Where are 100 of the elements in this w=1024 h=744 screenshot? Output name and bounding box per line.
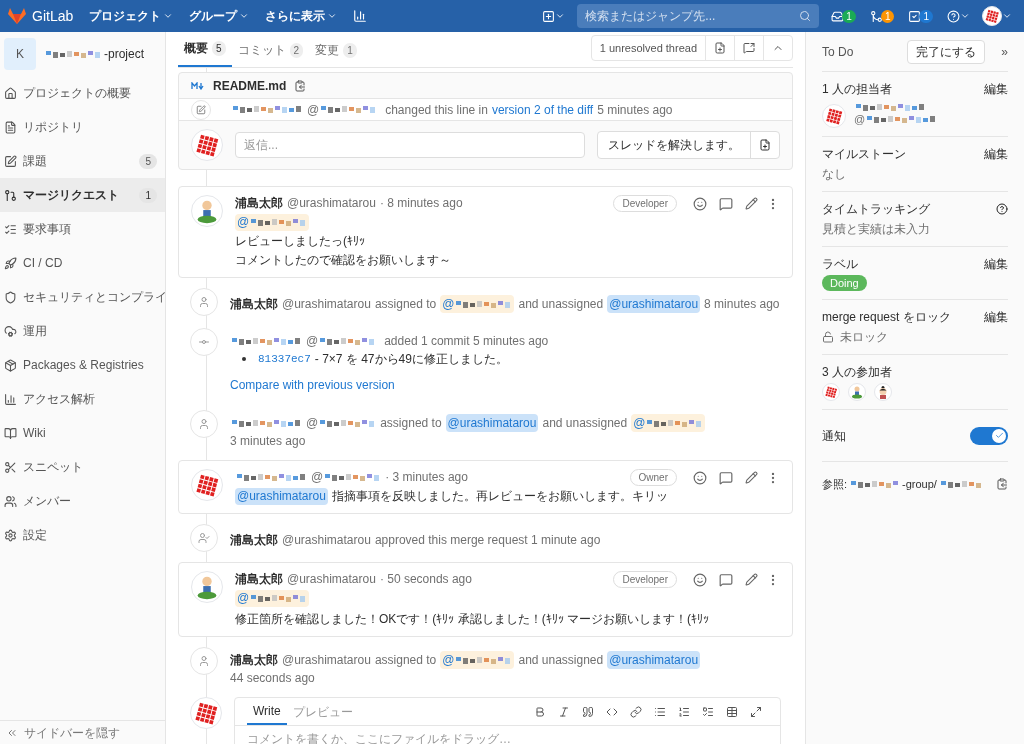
search-icon xyxy=(799,10,812,22)
edit-link[interactable]: 編集 xyxy=(984,80,1008,98)
sidebar-item[interactable]: 設定 xyxy=(0,518,165,552)
reply-icon[interactable] xyxy=(719,196,733,211)
edit-link[interactable]: 編集 xyxy=(984,308,1008,326)
sidebar-item[interactable]: セキュリティとコンプライ xyxy=(0,280,165,314)
author-handle[interactable]: @urashimatarou xyxy=(287,571,376,588)
edit-icon[interactable] xyxy=(745,573,758,586)
user-mention[interactable]: @ xyxy=(235,590,310,607)
user-mention[interactable]: @ xyxy=(440,295,515,313)
reply-icon[interactable] xyxy=(719,572,733,587)
author-name[interactable]: 浦島太郎 xyxy=(230,531,278,549)
user-mention[interactable]: @ xyxy=(631,414,706,432)
table-icon[interactable] xyxy=(726,705,738,718)
reply-icon[interactable] xyxy=(719,470,733,485)
logo-text[interactable]: GitLab xyxy=(32,5,74,27)
help-button[interactable] xyxy=(947,9,970,23)
copy-icon[interactable] xyxy=(996,478,1008,490)
file-name[interactable]: README.md xyxy=(213,76,287,95)
user-mention[interactable]: @urashimatarou xyxy=(607,651,701,669)
user-mention[interactable]: @ xyxy=(440,651,515,669)
italic-icon[interactable] xyxy=(558,705,570,718)
note-text: approved this merge request 1 minute ago xyxy=(374,532,601,549)
tab[interactable]: 変更 1 xyxy=(309,41,363,67)
edit-icon[interactable] xyxy=(745,471,758,484)
copy-icon[interactable] xyxy=(294,79,307,92)
sidebar-item[interactable]: プロジェクトの概要 xyxy=(0,76,165,110)
editor-tab[interactable]: Write xyxy=(247,698,287,725)
nav-menu[interactable]: さらに表示 xyxy=(265,7,338,25)
sidebar-item[interactable]: 運用 xyxy=(0,314,165,348)
author-handle[interactable]: @ xyxy=(307,100,378,119)
numbered-list-icon[interactable] xyxy=(678,705,690,718)
edit-link[interactable]: 編集 xyxy=(984,145,1008,163)
collapse-button[interactable]: » xyxy=(1001,42,1008,61)
edit-icon xyxy=(196,104,206,115)
assignee-handle[interactable]: @ xyxy=(854,111,938,128)
new-button[interactable] xyxy=(542,9,566,23)
bullet-list-icon[interactable] xyxy=(654,705,666,718)
author-name[interactable]: 浦島太郎 xyxy=(235,195,283,212)
comment-time: · 3 minutes ago xyxy=(385,469,468,486)
user-mention[interactable]: @urashimatarou xyxy=(235,488,328,505)
author-handle[interactable]: @urashimatarou xyxy=(282,651,371,669)
notification-toggle[interactable] xyxy=(970,426,1008,445)
section-title: merge request をロック xyxy=(822,309,951,326)
note-text: and unassigned xyxy=(518,652,604,669)
counter-button[interactable]: 1 xyxy=(908,9,933,23)
author-handle[interactable]: @urashimatarou xyxy=(287,195,376,212)
user-mention[interactable]: @urashimatarou xyxy=(607,295,701,313)
edit-icon[interactable] xyxy=(745,197,758,210)
author-handle[interactable]: @ xyxy=(311,469,382,486)
sidebar-item[interactable]: スニペット xyxy=(0,450,165,484)
sidebar-item[interactable]: メンバー xyxy=(0,484,165,518)
author-handle[interactable]: @urashimatarou xyxy=(282,531,371,549)
fullscreen-icon[interactable] xyxy=(750,705,762,718)
sidebar-item[interactable]: Packages & Registries xyxy=(0,348,165,382)
project-name[interactable]: -project xyxy=(104,45,144,63)
user-menu-button[interactable] xyxy=(982,6,1012,26)
collapse-sidebar-link[interactable]: サイドバーを隠す xyxy=(24,723,120,742)
user-mention[interactable]: @urashimatarou xyxy=(445,414,539,432)
file-plus-icon xyxy=(759,139,771,151)
sidebar-item[interactable]: CI / CD xyxy=(0,246,165,280)
sidebar-item[interactable]: Wiki xyxy=(0,416,165,450)
author-name[interactable]: 浦島太郎 xyxy=(230,651,278,669)
diff-version-link[interactable]: version 2 of the diff xyxy=(491,100,594,119)
project-avatar[interactable]: K xyxy=(4,38,36,70)
note-text: and unassigned xyxy=(542,415,628,432)
help-icon[interactable] xyxy=(996,203,1008,215)
author-name[interactable]: 浦島太郎 xyxy=(235,571,283,588)
tab[interactable]: コミット 2 xyxy=(231,41,310,67)
commit-sha[interactable]: 81337ec7 xyxy=(258,350,311,368)
mark-done-button[interactable]: 完了にする xyxy=(907,39,986,64)
author-name[interactable]: 浦島太郎 xyxy=(230,295,278,313)
user-mention[interactable]: @ xyxy=(235,214,310,231)
sidebar-item[interactable]: 課題 5 xyxy=(0,144,165,178)
tab[interactable]: 概要 5 xyxy=(178,39,232,67)
task-list-icon[interactable] xyxy=(702,705,714,718)
sidebar-item[interactable]: 要求事項 xyxy=(0,212,165,246)
chart-icon[interactable] xyxy=(353,9,368,23)
rocket-icon xyxy=(4,256,17,270)
emoji-icon[interactable] xyxy=(693,572,707,587)
compare-link[interactable]: Compare with previous version xyxy=(230,378,395,392)
link-icon[interactable] xyxy=(630,705,642,718)
sidebar-item[interactable]: リポジトリ xyxy=(0,110,165,144)
check-icon xyxy=(994,431,1004,440)
quote-icon[interactable] xyxy=(582,705,594,718)
author-handle[interactable]: @urashimatarou xyxy=(282,295,371,313)
sidebar-item[interactable]: マージリクエスト 1 xyxy=(0,178,165,212)
nav-menu[interactable]: プロジェクト xyxy=(89,7,174,25)
sidebar-item[interactable]: アクセス解析 xyxy=(0,382,165,416)
bold-icon[interactable] xyxy=(534,705,546,718)
author-handle[interactable]: @ xyxy=(306,332,377,350)
search-field[interactable]: 検索またはジャンプ先... xyxy=(577,4,820,28)
emoji-icon[interactable] xyxy=(693,470,707,485)
reply-field[interactable]: 返信... xyxy=(235,132,585,158)
nav-menu[interactable]: グループ xyxy=(189,7,250,25)
edit-link[interactable]: 編集 xyxy=(984,255,1008,273)
note-text: コメントしたので確認をお願いします～ xyxy=(235,252,451,269)
pixelated-name-drawing xyxy=(851,480,899,488)
emoji-icon[interactable] xyxy=(693,196,707,211)
author-handle[interactable]: @ xyxy=(306,414,377,432)
